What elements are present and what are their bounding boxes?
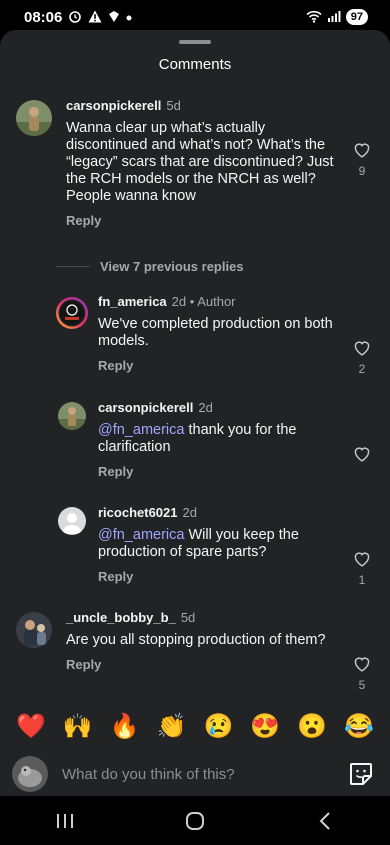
heart-icon: [354, 447, 370, 462]
reply-button[interactable]: Reply: [66, 213, 338, 228]
emoji-laughing[interactable]: 😂: [344, 712, 374, 742]
status-time: 08:06: [24, 8, 63, 26]
heart-icon: [354, 657, 370, 672]
mention-link[interactable]: @fn_america: [98, 527, 184, 543]
comments-sheet: Comments carsonpickerell 5d Wanna clear u…: [0, 30, 390, 796]
author-badge: • Author: [189, 294, 236, 309]
emoji-surprised[interactable]: 😮: [297, 712, 327, 742]
heart-icon: [354, 341, 370, 356]
heart-icon: [354, 143, 370, 158]
comment-username[interactable]: _uncle_bobby_b_: [66, 610, 176, 625]
user-avatar[interactable]: [12, 756, 48, 792]
comment-time: 2d: [171, 294, 187, 309]
avatar[interactable]: [55, 296, 89, 330]
like-button[interactable]: 1: [349, 551, 375, 587]
system-nav-bar: [0, 796, 390, 845]
dot-icon: [126, 11, 132, 23]
emoji-fire[interactable]: 🔥: [110, 712, 140, 742]
like-count: 5: [358, 678, 366, 692]
wifi-icon: [306, 10, 322, 25]
emoji-clapping[interactable]: 👏: [157, 712, 187, 742]
like-button[interactable]: 2: [349, 340, 375, 376]
view-replies-label[interactable]: View 7 previous replies: [100, 259, 244, 274]
reply-button[interactable]: Reply: [98, 358, 338, 373]
comment-time: 5d: [166, 98, 181, 113]
comment-text: Are you all stopping production of them?: [66, 632, 326, 648]
reply-button[interactable]: Reply: [98, 569, 338, 584]
view-previous-replies[interactable]: View 7 previous replies: [56, 259, 244, 274]
sheet-title: Comments: [158, 56, 232, 73]
reply-button[interactable]: Reply: [66, 657, 338, 672]
heart-icon: [354, 552, 370, 567]
like-count: 2: [358, 362, 366, 376]
emoji-heart[interactable]: ❤️: [16, 712, 46, 742]
like-count: 9: [358, 164, 366, 178]
status-bar: 08:06 97: [0, 0, 390, 34]
avatar[interactable]: [16, 612, 52, 648]
sticker-button[interactable]: [348, 761, 374, 787]
emoji-reaction-bar: ❤️ 🙌 🔥 👏 😢 😍 😮 😂: [0, 712, 390, 742]
emoji-crying[interactable]: 😢: [203, 712, 233, 742]
comment-username[interactable]: carsonpickerell: [98, 400, 193, 415]
comment-time: 5d: [180, 610, 196, 625]
avatar[interactable]: [58, 402, 86, 430]
comment-username[interactable]: carsonpickerell: [66, 98, 161, 113]
sticker-icon: [350, 763, 372, 785]
reply-button[interactable]: Reply: [98, 464, 338, 479]
recents-button[interactable]: [35, 801, 95, 841]
like-button[interactable]: [349, 446, 375, 462]
comment-text: @fn_america thank you for the clarificat…: [98, 422, 338, 456]
emoji-heart-eyes[interactable]: 😍: [250, 712, 280, 742]
comment-username[interactable]: fn_america: [98, 294, 167, 309]
comment-text: Wanna clear up what’s actually discontin…: [66, 120, 334, 204]
comment-input[interactable]: [62, 761, 332, 787]
like-button[interactable]: 9: [349, 142, 375, 178]
notification-icon: [108, 10, 120, 25]
back-button[interactable]: [295, 801, 355, 841]
back-icon: [319, 811, 330, 830]
like-button[interactable]: 5: [349, 656, 375, 692]
recents-icon: [57, 813, 73, 828]
warning-icon: [88, 10, 102, 25]
signal-icon: [327, 10, 341, 24]
avatar[interactable]: [58, 507, 86, 535]
comment-text: @fn_america Will you keep the production…: [98, 527, 338, 561]
home-icon: [186, 811, 204, 830]
home-button[interactable]: [165, 801, 225, 841]
alarm-icon: [68, 9, 82, 25]
like-count: 1: [358, 573, 366, 587]
battery-indicator: 97: [345, 9, 368, 25]
comment-composer: [0, 752, 390, 796]
drag-handle[interactable]: [179, 40, 211, 44]
comment-username[interactable]: ricochet6021: [98, 505, 178, 520]
comment-time: 2d: [182, 505, 197, 520]
comment-time: 2d: [198, 400, 213, 415]
emoji-raised-hands[interactable]: 🙌: [63, 712, 93, 742]
mention-link[interactable]: @fn_america: [98, 422, 184, 438]
avatar[interactable]: [16, 100, 52, 136]
divider-line: [56, 266, 90, 267]
comment-text: We've completed production on both model…: [98, 316, 333, 349]
